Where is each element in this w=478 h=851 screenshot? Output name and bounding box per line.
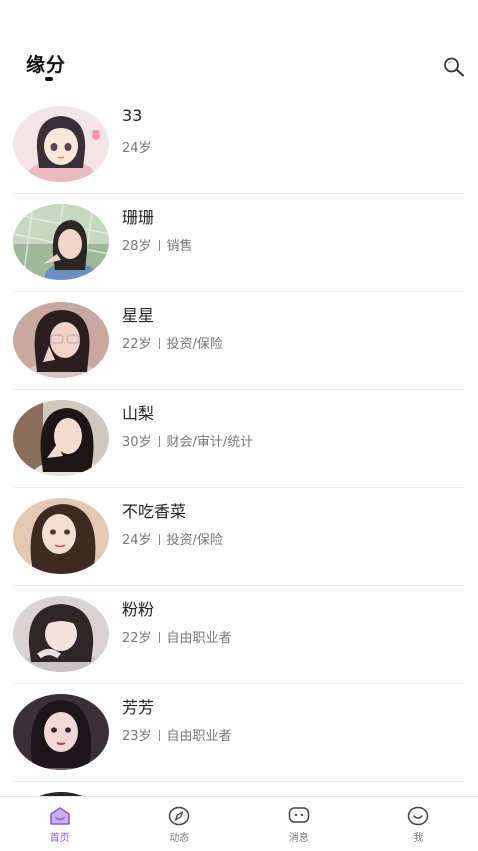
bottom-nav: 首页 动态 消息 我 bbox=[0, 796, 478, 851]
profile-name: 星星 bbox=[122, 302, 154, 326]
page-title[interactable]: 缘分 bbox=[26, 50, 66, 77]
profile-row[interactable]: 粉粉 22岁自由职业者 bbox=[0, 586, 478, 684]
avatar[interactable] bbox=[13, 106, 109, 182]
profile-row[interactable]: 山梨 30岁财会/审计/统计 bbox=[0, 390, 478, 488]
profile-row[interactable]: 不吃香菜 24岁投资/保险 bbox=[0, 488, 478, 586]
separator bbox=[159, 632, 160, 643]
separator bbox=[159, 730, 160, 741]
profile-age: 30岁 bbox=[122, 435, 152, 450]
nav-label-messages: 消息 bbox=[289, 829, 309, 844]
profile-meta: 22岁投资/保险 bbox=[122, 333, 223, 352]
nav-messages[interactable]: 消息 bbox=[239, 797, 359, 851]
profile-meta: 24岁 bbox=[122, 137, 152, 156]
profile-age: 28岁 bbox=[122, 239, 152, 254]
profile-age: 22岁 bbox=[122, 631, 152, 646]
search-icon bbox=[442, 56, 466, 78]
nav-label-me: 我 bbox=[413, 829, 423, 844]
profile-row[interactable]: 33 24岁 bbox=[0, 96, 478, 194]
profile-name: 粉粉 bbox=[122, 596, 154, 620]
profile-job: 销售 bbox=[167, 239, 193, 254]
profile-meta: 30岁财会/审计/统计 bbox=[122, 431, 253, 450]
profile-job: 投资/保险 bbox=[167, 533, 223, 548]
profile-job: 财会/审计/统计 bbox=[167, 435, 254, 450]
profile-list: 33 24岁 珊珊 bbox=[0, 96, 478, 796]
separator bbox=[159, 338, 160, 349]
profile-name: 不吃香菜 bbox=[122, 498, 186, 522]
separator bbox=[159, 534, 160, 545]
avatar[interactable] bbox=[13, 498, 109, 574]
profile-age: 24岁 bbox=[122, 533, 152, 548]
profile-meta: 23岁自由职业者 bbox=[122, 725, 232, 744]
compass-icon bbox=[168, 806, 190, 826]
profile-meta: 24岁投资/保险 bbox=[122, 529, 223, 548]
nav-label-moments: 动态 bbox=[169, 829, 189, 844]
profile-age: 22岁 bbox=[122, 337, 152, 352]
profile-age: 23岁 bbox=[122, 729, 152, 744]
profile-name: 珊珊 bbox=[122, 204, 154, 228]
avatar[interactable] bbox=[13, 596, 109, 672]
separator bbox=[159, 436, 160, 447]
nav-moments[interactable]: 动态 bbox=[120, 797, 240, 851]
profile-job: 自由职业者 bbox=[167, 631, 232, 646]
nav-me[interactable]: 我 bbox=[359, 797, 478, 851]
avatar[interactable] bbox=[13, 204, 109, 280]
profile-meta: 22岁自由职业者 bbox=[122, 627, 232, 646]
tab-indicator bbox=[45, 77, 53, 81]
search-button[interactable] bbox=[442, 56, 466, 78]
profile-name: 山梨 bbox=[122, 400, 154, 424]
avatar[interactable] bbox=[13, 400, 109, 476]
smile-icon bbox=[407, 806, 429, 826]
profile-name: 33 bbox=[122, 106, 142, 125]
profile-row[interactable]: 珊珊 28岁销售 bbox=[0, 194, 478, 292]
nav-label-home: 首页 bbox=[50, 829, 70, 844]
profile-job: 自由职业者 bbox=[167, 729, 232, 744]
top-bar: 缘分 bbox=[0, 0, 478, 96]
profile-row[interactable] bbox=[0, 782, 478, 796]
profile-age: 24岁 bbox=[122, 141, 152, 156]
separator bbox=[159, 240, 160, 251]
profile-job: 投资/保险 bbox=[167, 337, 223, 352]
profile-name: 芳芳 bbox=[122, 694, 154, 718]
profile-row[interactable]: 星星 22岁投资/保险 bbox=[0, 292, 478, 390]
profile-row[interactable]: 芳芳 23岁自由职业者 bbox=[0, 684, 478, 782]
nav-home[interactable]: 首页 bbox=[0, 797, 120, 851]
home-icon bbox=[49, 806, 71, 826]
avatar[interactable] bbox=[13, 302, 109, 378]
avatar[interactable] bbox=[13, 694, 109, 770]
profile-meta: 28岁销售 bbox=[122, 235, 193, 254]
message-icon bbox=[288, 806, 310, 826]
